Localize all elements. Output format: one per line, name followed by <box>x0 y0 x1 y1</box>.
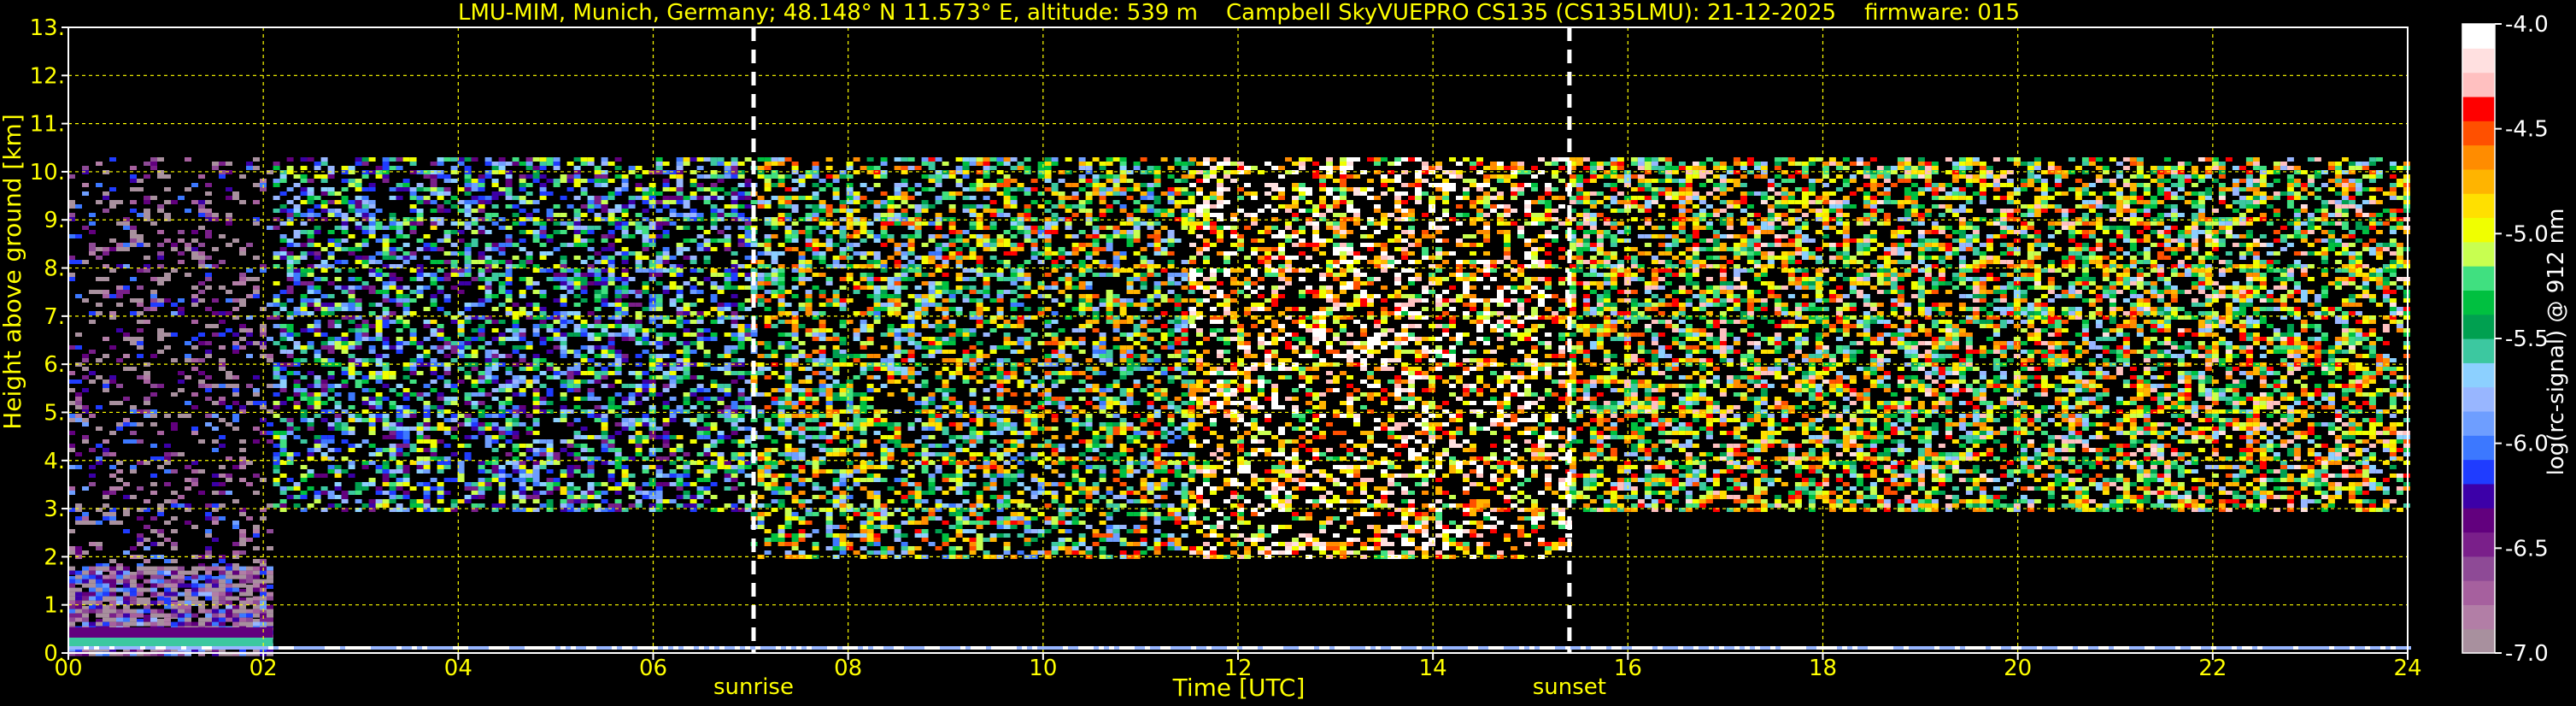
colorbar-segment <box>2462 144 2495 170</box>
y-tick-label: 3. <box>44 497 65 522</box>
y-tick-label: 7. <box>44 304 65 330</box>
colorbar-segment <box>2462 24 2495 49</box>
colorbar-tick-label: -6.0 <box>2505 432 2549 457</box>
x-tick-label: 10 <box>1029 656 1057 681</box>
colorbar-segment <box>2462 508 2495 533</box>
colorbar-segment <box>2462 410 2495 436</box>
colorbar-segment <box>2462 459 2495 485</box>
y-tick-label: 13. <box>30 15 65 41</box>
y-tick-label: 12. <box>30 63 65 89</box>
colorbar-tick-label: -7.0 <box>2505 641 2549 667</box>
y-tick-label: 8. <box>44 256 65 282</box>
colorbar-segment <box>2462 338 2495 363</box>
colorbar-segment <box>2462 168 2495 194</box>
y-tick-label: 2. <box>44 544 65 570</box>
colorbar-segment <box>2462 217 2495 243</box>
colorbar-segment <box>2462 604 2495 630</box>
y-tick-label: 1. <box>44 593 65 619</box>
colorbar-tick-label: -4.5 <box>2505 117 2549 143</box>
marker-label-sunset: sunset <box>1533 674 1606 700</box>
y-tick-label: 10. <box>30 160 65 185</box>
x-tick-label: 02 <box>249 656 278 681</box>
colorbar-segment <box>2462 386 2495 412</box>
colorbar-segment <box>2462 121 2495 146</box>
colorbar-segment <box>2462 628 2495 654</box>
y-tick-label: 5. <box>44 400 65 426</box>
colorbar-segment <box>2462 241 2495 267</box>
x-tick-label: 22 <box>2198 656 2227 681</box>
plot-area <box>68 27 2411 656</box>
colorbar-segment <box>2462 266 2495 291</box>
colorbar-tick-label: -4.0 <box>2505 12 2549 38</box>
y-tick-label: 6. <box>44 352 65 378</box>
x-tick-label: 08 <box>834 656 862 681</box>
colorbar-label: log(rc-signal) @ 912 nm <box>2544 209 2569 476</box>
colorbar-segment <box>2462 532 2495 557</box>
colorbar-segment <box>2462 362 2495 388</box>
x-tick-label: 16 <box>1614 656 1642 681</box>
y-axis-label: Height above ground [km] <box>0 114 26 430</box>
x-tick-label: 24 <box>2393 656 2421 681</box>
y-tick-label: 9. <box>44 208 65 233</box>
colorbar-segment <box>2462 290 2495 315</box>
marker-label-sunrise: sunrise <box>713 674 794 700</box>
colorbar-segment <box>2462 72 2495 97</box>
x-tick-label: 14 <box>1419 656 1447 681</box>
y-tick-label: 0. <box>44 641 65 667</box>
colorbar-segment <box>2462 193 2495 219</box>
x-tick-label: 04 <box>444 656 472 681</box>
chart-title: LMU-MIM, Munich, Germany; 48.148° N 11.5… <box>458 0 2020 26</box>
x-tick-label: 18 <box>1809 656 1837 681</box>
colorbar-segment <box>2462 580 2495 605</box>
colorbar-segment <box>2462 435 2495 461</box>
y-tick-label: 11. <box>30 112 65 138</box>
y-tick-label: 4. <box>44 449 65 474</box>
x-tick-label: 20 <box>2004 656 2032 681</box>
colorbar-tick-label: -6.5 <box>2505 536 2549 562</box>
colorbar-segment <box>2462 483 2495 509</box>
colorbar-segment <box>2462 556 2495 581</box>
colorbar-tick-label: -5.5 <box>2505 327 2549 352</box>
colorbar-segment <box>2462 48 2495 74</box>
x-tick-label: 06 <box>639 656 667 681</box>
x-axis-label: Time [UTC] <box>1172 674 1306 702</box>
colorbar-segment <box>2462 314 2495 339</box>
ceilometer-chart: sunrise sunset 00 02 04 06 08 10 12 14 16 18 20 22 24… <box>0 0 2576 706</box>
colorbar-segment <box>2462 96 2495 121</box>
colorbar-tick-label: -5.0 <box>2505 221 2549 247</box>
